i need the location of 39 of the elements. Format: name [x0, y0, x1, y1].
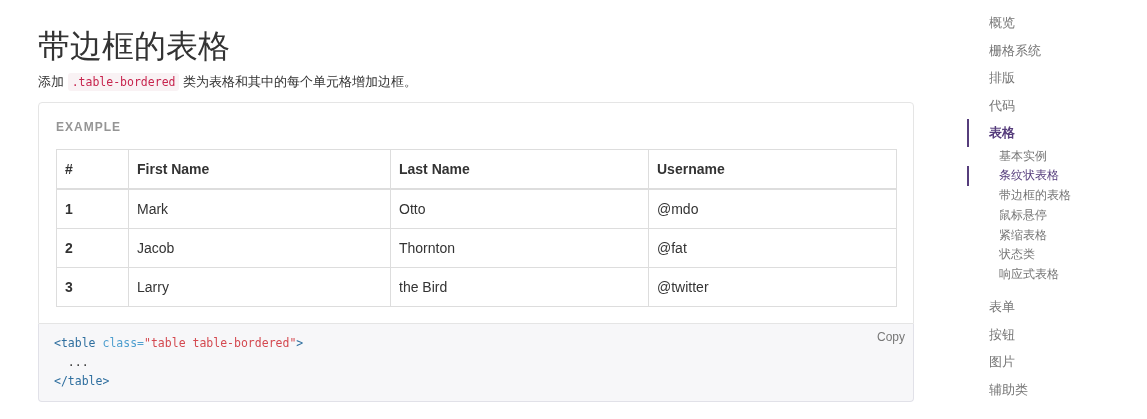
- table-cell: 2: [56, 228, 129, 268]
- column-header: #: [56, 149, 129, 189]
- table-cell: Larry: [128, 267, 391, 307]
- example-label: EXAMPLE: [56, 120, 122, 134]
- nav-link[interactable]: 按钮: [967, 320, 1071, 349]
- column-header: Username: [648, 149, 897, 189]
- nav-link[interactable]: 紧缩表格: [967, 225, 1071, 246]
- nav-link[interactable]: 鼠标悬停: [967, 205, 1071, 226]
- page-heading: 带边框的表格: [38, 27, 231, 66]
- table-cell: @fat: [648, 228, 897, 268]
- table-cell: Mark: [128, 189, 391, 229]
- table-cell: Otto: [390, 189, 649, 229]
- nav-link[interactable]: 响应式表格: [967, 265, 1071, 286]
- table-cell: the Bird: [390, 267, 649, 307]
- nav-link[interactable]: 辅助类: [967, 375, 1071, 404]
- intro-paragraph: 添加 .table-bordered 类为表格和其中的每个单元格增加边框。: [38, 72, 419, 92]
- nav-link[interactable]: 栅格系统: [967, 36, 1071, 64]
- nav-link[interactable]: 代码: [967, 91, 1071, 119]
- code-line: <table class="table table-bordered">: [54, 335, 304, 352]
- nav-link[interactable]: 图片: [967, 348, 1071, 376]
- table-cell: 3: [56, 267, 129, 307]
- code-line: ...: [66, 354, 89, 371]
- column-header: First Name: [128, 149, 391, 189]
- nav-link[interactable]: 带边框的表格: [967, 186, 1071, 206]
- nav-link[interactable]: 条纹状表格: [967, 166, 1071, 187]
- table-cell: Thornton: [390, 228, 649, 268]
- table-cell: Jacob: [128, 228, 391, 268]
- copy-button[interactable]: Copy: [877, 330, 905, 344]
- table-cell: @mdo: [648, 189, 897, 229]
- nav-link[interactable]: 表格: [967, 119, 1071, 147]
- code-line: </table>: [54, 373, 110, 390]
- nav-link[interactable]: 概览: [967, 9, 1071, 37]
- nav-link[interactable]: 排版: [967, 64, 1071, 92]
- table-cell: @twitter: [648, 267, 897, 307]
- nav-link[interactable]: 状态类: [967, 245, 1071, 266]
- nav-link[interactable]: 表单: [967, 293, 1071, 321]
- column-header: Last Name: [390, 149, 649, 189]
- table-cell: 1: [56, 189, 129, 229]
- nav-link[interactable]: 基本实例: [967, 146, 1071, 167]
